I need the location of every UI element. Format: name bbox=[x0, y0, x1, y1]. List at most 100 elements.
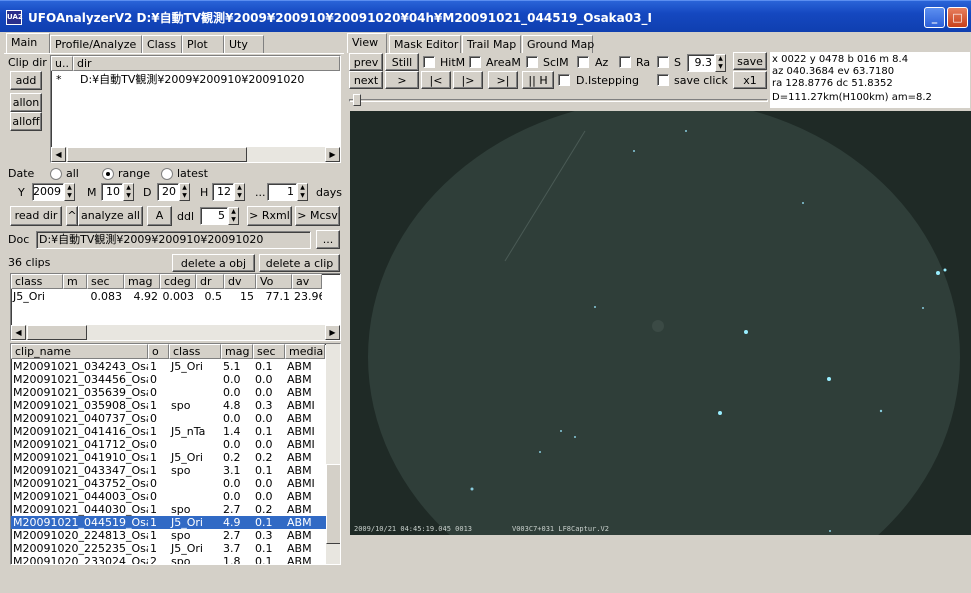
all-sky-view[interactable]: 2009/10/21 04:45:19.045 0013 V003C7+031 … bbox=[350, 111, 971, 535]
scroll-right-icon[interactable]: ▶ bbox=[325, 325, 340, 340]
tab-plot[interactable]: Plot bbox=[182, 35, 224, 53]
scroll-thumb[interactable] bbox=[326, 464, 340, 544]
add-button[interactable]: add bbox=[10, 71, 42, 90]
maximize-icon[interactable]: □ bbox=[947, 7, 968, 28]
obj-col-header[interactable]: Vo bbox=[256, 274, 292, 289]
hour-spinner[interactable]: ▲ ▼ bbox=[234, 183, 245, 201]
clip-col-header[interactable]: media bbox=[285, 344, 325, 359]
first-frame-button[interactable]: |< bbox=[421, 71, 451, 89]
scroll-thumb[interactable] bbox=[27, 325, 87, 340]
tab-main[interactable]: Main bbox=[6, 33, 50, 53]
year-spinner[interactable]: ▲ ▼ bbox=[64, 183, 75, 201]
play-button[interactable]: > bbox=[385, 71, 419, 89]
rxml-button[interactable]: > Rxml bbox=[247, 206, 292, 226]
still-button[interactable]: Still bbox=[385, 53, 419, 71]
delete-obj-button[interactable]: delete a obj bbox=[172, 254, 255, 272]
ddl-input[interactable]: 5 bbox=[200, 207, 228, 225]
clip-row[interactable]: M20091021_043347_Osa...1 spo 3.1 0.1 ABM bbox=[11, 464, 326, 477]
clip-row[interactable]: M20091021_035639_Osa...0 0.0 0.0 ABM bbox=[11, 386, 326, 399]
minimize-icon[interactable]: _ bbox=[924, 7, 945, 28]
obj-row[interactable]: J5_Ori 0.083 4.920.003 0.5 15 77.123.96 bbox=[11, 290, 340, 303]
object-hscrollbar[interactable]: ◀ ▶ bbox=[11, 325, 340, 340]
obj-col-header[interactable]: m bbox=[63, 274, 87, 289]
col-dir[interactable]: dir bbox=[73, 56, 340, 71]
day-spinner[interactable]: ▲ ▼ bbox=[179, 183, 190, 201]
caret-button[interactable]: ^ bbox=[66, 206, 78, 226]
x1-button[interactable]: x1 bbox=[733, 71, 767, 89]
alloff-button[interactable]: alloff bbox=[10, 112, 42, 131]
tab-view[interactable]: View bbox=[347, 33, 387, 53]
clip-row[interactable]: M20091021_041416_Osa...1 J5_nTa 1.4 0.1 ABMI bbox=[11, 425, 326, 438]
year-input[interactable]: 2009 bbox=[32, 183, 64, 201]
tab-trail-map[interactable]: Trail Map bbox=[462, 35, 521, 53]
clip-col-header[interactable]: clip_name bbox=[11, 344, 148, 359]
tab-mask-editor[interactable]: Mask Editor bbox=[389, 35, 461, 53]
tab-ground-map[interactable]: Ground Map bbox=[522, 35, 594, 53]
save-button[interactable]: save bbox=[733, 52, 767, 70]
clip-row[interactable]: M20091021_034456_Osa...0 0.0 0.0 ABM bbox=[11, 373, 326, 386]
clip-row[interactable]: M20091021_044003_Osa...0 0.0 0.0 ABM bbox=[11, 490, 326, 503]
days-spinner[interactable]: ▲ ▼ bbox=[297, 183, 308, 201]
analyze-all-button[interactable]: analyze all bbox=[78, 206, 143, 226]
clip-col-header[interactable]: mag bbox=[221, 344, 253, 359]
clipdir-hscrollbar[interactable]: ◀ ▶ bbox=[51, 147, 340, 162]
scroll-left-icon[interactable]: ◀ bbox=[51, 147, 66, 162]
frame-slider-thumb[interactable] bbox=[353, 94, 361, 106]
month-spinner[interactable]: ▲ ▼ bbox=[123, 183, 134, 201]
doc-browse-button[interactable]: ... bbox=[316, 230, 340, 249]
mcsv-button[interactable]: > Mcsv bbox=[295, 206, 340, 226]
clip-row[interactable]: M20091021_044030_Osa...1 spo 2.7 0.2 ABM bbox=[11, 503, 326, 516]
date-all-radio[interactable] bbox=[50, 168, 62, 180]
title-bar[interactable]: UA2 UFOAnalyzerV2 D:¥自動TV観測¥2009¥200910¥… bbox=[0, 0, 971, 32]
tab-profile-analyze[interactable]: Profile/Analyze bbox=[50, 35, 142, 53]
prev-button[interactable]: prev bbox=[349, 53, 383, 71]
date-range-radio[interactable] bbox=[102, 168, 114, 180]
obj-col-header[interactable]: av bbox=[292, 274, 322, 289]
clip-col-header[interactable]: o bbox=[148, 344, 169, 359]
delete-clip-button[interactable]: delete a clip bbox=[259, 254, 340, 272]
clip-row[interactable]: M20091020_233024_Osa...2 spo 1.8 0.1 ABM bbox=[11, 555, 326, 564]
clip-row[interactable]: M20091021_041910_Osa...1 J5_Ori 0.2 0.2 ABM bbox=[11, 451, 326, 464]
days-input[interactable]: 1 bbox=[267, 183, 297, 201]
obj-col-header[interactable]: dv bbox=[224, 274, 256, 289]
obj-col-header[interactable]: mag bbox=[124, 274, 160, 289]
sky-image[interactable]: 2009/10/21 04:45:19.045 0013 V003C7+031 … bbox=[350, 111, 971, 535]
clip-row[interactable]: M20091021_040737_Osa...0 0.0 0.0 ABM bbox=[11, 412, 326, 425]
aream-checkbox[interactable] bbox=[469, 56, 481, 68]
az-checkbox[interactable] bbox=[577, 56, 589, 68]
clip-vscrollbar[interactable] bbox=[326, 344, 340, 564]
sclm-checkbox[interactable] bbox=[526, 56, 538, 68]
last-frame-button[interactable]: >| bbox=[488, 71, 518, 89]
hour-input[interactable]: 12 bbox=[212, 183, 234, 201]
s-spinner[interactable]: ▲ ▼ bbox=[715, 54, 726, 72]
frame-slider[interactable] bbox=[349, 94, 768, 106]
dstepping-checkbox[interactable] bbox=[558, 74, 570, 86]
clip-row[interactable]: M20091021_043752_Osa...0 0.0 0.0 ABMI bbox=[11, 477, 326, 490]
clip-col-header[interactable]: sec bbox=[253, 344, 285, 359]
clip-col-header[interactable]: class bbox=[169, 344, 221, 359]
day-input[interactable]: 20 bbox=[157, 183, 179, 201]
obj-col-header[interactable]: dr bbox=[196, 274, 224, 289]
ra-checkbox[interactable] bbox=[619, 56, 631, 68]
next-button[interactable]: next bbox=[349, 71, 383, 89]
clip-row[interactable]: M20091021_035908_Osa...1 spo 4.8 0.3 ABMI bbox=[11, 399, 326, 412]
scroll-left-icon[interactable]: ◀ bbox=[11, 325, 26, 340]
clipdir-list[interactable]: u.. dir * D:¥自動TV観測¥2009¥200910¥20091020… bbox=[50, 55, 341, 163]
step-forward-button[interactable]: |> bbox=[453, 71, 483, 89]
obj-col-header[interactable]: sec bbox=[87, 274, 124, 289]
obj-col-header[interactable]: class bbox=[11, 274, 63, 289]
date-latest-radio[interactable] bbox=[161, 168, 173, 180]
allon-button[interactable]: allon bbox=[10, 93, 42, 112]
save-click-checkbox[interactable] bbox=[657, 74, 669, 86]
clip-row[interactable]: M20091021_044519_Osa...1 J5_Ori 4.9 0.1 ABM bbox=[11, 516, 326, 529]
clipdir-row[interactable]: D:¥自動TV観測¥2009¥200910¥20091020 bbox=[78, 73, 304, 86]
ddl-spinner[interactable]: ▲ ▼ bbox=[228, 207, 239, 225]
read-dir-button[interactable]: read dir bbox=[10, 206, 62, 226]
scroll-right-icon[interactable]: ▶ bbox=[325, 147, 340, 162]
clip-row[interactable]: M20091020_225235_Osa...1 J5_Ori 3.7 0.1 ABM bbox=[11, 542, 326, 555]
tab-uty[interactable]: Uty bbox=[224, 35, 264, 53]
clip-row[interactable]: M20091021_041712_Osa...0 0.0 0.0 ABMI bbox=[11, 438, 326, 451]
col-u[interactable]: u.. bbox=[51, 56, 73, 71]
s-checkbox[interactable] bbox=[657, 56, 669, 68]
object-table[interactable]: class m sec mag cdeg dr dv Vo av J5_Ori 0.083 4.92… bbox=[10, 273, 341, 341]
